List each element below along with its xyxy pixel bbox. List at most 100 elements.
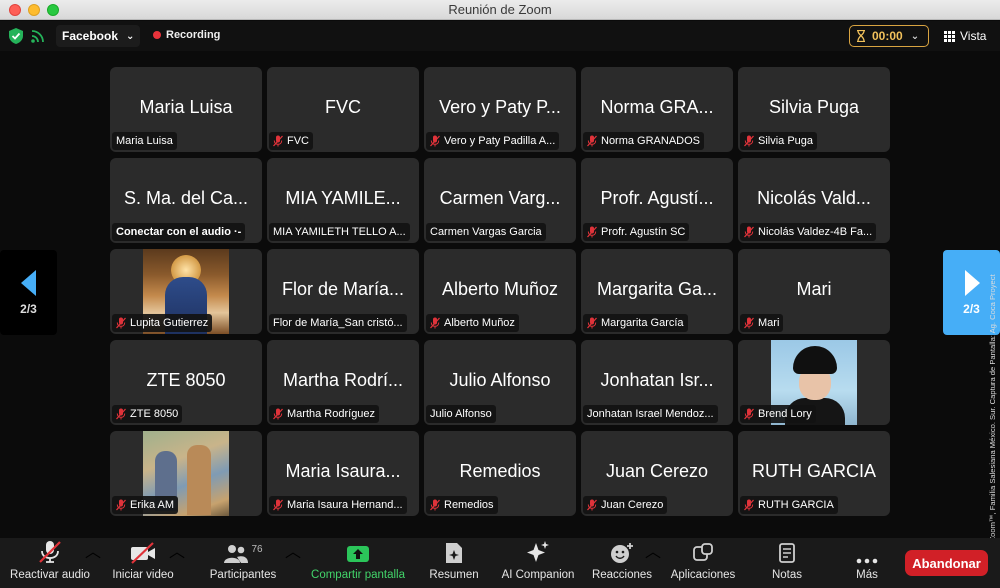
participant-tile[interactable]: MIA YAMILE... MIA YAMILETH TELLO A... <box>267 158 419 243</box>
participant-tile[interactable]: RUTH GARCIA RUTH GARCIA <box>738 431 890 516</box>
participant-display-name: Nicolás Vald... <box>757 188 871 208</box>
participant-display-name: Maria Isaura... <box>285 461 401 481</box>
share-screen-button[interactable]: Compartir pantalla <box>306 538 410 588</box>
unmute-audio-label: Reactivar audio <box>10 569 90 581</box>
meeting-timer[interactable]: 00:00 ⌄ <box>849 25 929 47</box>
previous-page-button[interactable]: 2/3 <box>0 250 57 335</box>
reactions-label: Reacciones <box>591 569 653 581</box>
participant-name-text: Jonhatan Israel Mendoz... <box>587 408 714 420</box>
apps-icon <box>693 543 713 561</box>
audio-options-caret-icon[interactable]: ︿ <box>85 538 101 562</box>
document-sparkle-icon <box>446 543 462 563</box>
participant-name-text: Maria Isaura Hernand... <box>287 499 403 511</box>
notes-label: Notas <box>771 569 803 581</box>
shield-check-icon[interactable] <box>9 28 23 44</box>
participant-display-name: Margarita Ga... <box>596 279 718 299</box>
participant-tile[interactable]: Jonhatan Isr... Jonhatan Israel Mendoz... <box>581 340 733 425</box>
participant-name-text: Carmen Vargas Garcia <box>430 226 542 238</box>
connection-signal-icon[interactable] <box>31 29 45 43</box>
participant-name-text: Brend Lory <box>758 408 812 420</box>
participant-display-name: Norma GRA... <box>600 97 714 117</box>
microphone-muted-icon <box>273 135 283 147</box>
unmute-audio-button[interactable]: Reactivar audio <box>10 538 90 588</box>
participant-name-text: Juan Cerezo <box>601 499 664 511</box>
participant-tile[interactable]: FVC FVC <box>267 67 419 152</box>
participant-name-label: MIA YAMILETH TELLO A... <box>269 223 410 241</box>
more-label: Más <box>856 569 878 581</box>
participant-name-label: Brend Lory <box>740 405 816 423</box>
participants-button[interactable]: 76 Participantes <box>206 538 280 588</box>
participant-tile[interactable]: Carmen Varg... Carmen Vargas Garcia <box>424 158 576 243</box>
participant-name-text: Norma GRANADOS <box>601 135 701 147</box>
window-title: Reunión de Zoom <box>448 2 552 17</box>
notes-button[interactable]: Notas <box>766 538 808 588</box>
participant-name-label: Silvia Puga <box>740 132 818 150</box>
apps-button[interactable]: Aplicaciones <box>667 538 739 588</box>
page-indicator: 2/3 <box>963 301 980 316</box>
livestream-target-dropdown[interactable]: Facebook ⌄ <box>56 25 140 47</box>
participant-name-label: Vero y Paty Padilla A... <box>426 132 560 150</box>
participant-name-text: Alberto Muñoz <box>444 317 515 329</box>
participant-tile[interactable]: Remedios Remedios <box>424 431 576 516</box>
participant-name-label: Erika AM <box>112 496 179 514</box>
recording-indicator[interactable]: Recording <box>153 29 220 41</box>
participant-tile[interactable]: Margarita Ga... Margarita García <box>581 249 733 334</box>
more-button[interactable]: Más <box>847 538 887 588</box>
leave-meeting-button[interactable]: Abandonar <box>905 550 988 576</box>
participant-tile[interactable]: ZTE 8050 ZTE 8050 <box>110 340 262 425</box>
participant-tile[interactable]: Maria Luisa Maria Luisa <box>110 67 262 152</box>
participant-tile[interactable]: Nicolás Vald... Nicolás Valdez-4B Fa... <box>738 158 890 243</box>
participant-tile[interactable]: Julio Alfonso Julio Alfonso <box>424 340 576 425</box>
participant-gallery: Maria Luisa Maria Luisa FVC FVC Vero y Paty … <box>110 67 891 516</box>
arrow-left-icon <box>20 269 36 296</box>
participant-tile[interactable]: Silvia Puga Silvia Puga <box>738 67 890 152</box>
participant-tile[interactable]: Erika AM <box>110 431 262 516</box>
participant-tile[interactable]: Brend Lory <box>738 340 890 425</box>
participant-tile[interactable]: Alberto Muñoz Alberto Muñoz <box>424 249 576 334</box>
participant-tile[interactable]: S. Ma. del Ca... Conectar con el audio ·- <box>110 158 262 243</box>
chevron-down-icon: ⌄ <box>126 30 135 42</box>
participant-display-name: FVC <box>325 97 361 117</box>
start-video-button[interactable]: Iniciar video <box>110 538 176 588</box>
participant-tile[interactable]: Martha Rodrí... Martha Rodríguez <box>267 340 419 425</box>
participant-tile[interactable]: Vero y Paty P... Vero y Paty Padilla A... <box>424 67 576 152</box>
participant-name-label: Alberto Muñoz <box>426 314 519 332</box>
participant-tile[interactable]: Lupita Gutierrez <box>110 249 262 334</box>
participant-tile[interactable]: Mari Mari <box>738 249 890 334</box>
participant-name-text: Conectar con el audio ·- <box>116 226 242 238</box>
hourglass-icon <box>857 30 865 42</box>
apps-label: Aplicaciones <box>670 569 736 581</box>
participant-display-name: Alberto Muñoz <box>441 279 559 299</box>
participant-tile[interactable]: Profr. Agustí... Profr. Agustín SC <box>581 158 733 243</box>
participant-name-label: Lupita Gutierrez <box>112 314 213 332</box>
participant-name-label: Nicolás Valdez-4B Fa... <box>740 223 877 241</box>
microphone-muted-icon <box>116 499 126 511</box>
participant-tile[interactable]: Norma GRA... Norma GRANADOS <box>581 67 733 152</box>
reactions-options-caret-icon[interactable]: ︿ <box>645 538 661 562</box>
view-button[interactable]: Vista <box>944 29 986 43</box>
microphone-muted-icon <box>744 408 754 420</box>
recording-dot-icon <box>153 31 161 39</box>
participant-name-text: Maria Luisa <box>116 135 173 147</box>
participant-name-text: Julio Alfonso <box>430 408 492 420</box>
ai-companion-button[interactable]: AI Companion <box>498 538 578 588</box>
participant-name-label: Margarita García <box>583 314 688 332</box>
microphone-muted-icon <box>587 226 597 238</box>
summary-button[interactable]: Resumen <box>426 538 482 588</box>
participant-display-name: Juan Cerezo <box>605 461 709 481</box>
participant-display-name: Carmen Varg... <box>439 188 561 208</box>
participant-name-text: Nicolás Valdez-4B Fa... <box>758 226 873 238</box>
participant-tile[interactable]: Flor de María... Flor de María_San cristó… <box>267 249 419 334</box>
participants-options-caret-icon[interactable]: ︿ <box>285 538 301 562</box>
participant-tile[interactable]: Juan Cerezo Juan Cerezo <box>581 431 733 516</box>
grid-view-icon <box>944 30 955 42</box>
participant-name-text: Margarita García <box>601 317 684 329</box>
participant-tile[interactable]: Maria Isaura... Maria Isaura Hernand... <box>267 431 419 516</box>
video-options-caret-icon[interactable]: ︿ <box>169 538 185 562</box>
participants-label: Participantes <box>209 569 277 581</box>
participant-name-label: Remedios <box>426 496 498 514</box>
participant-display-name: Maria Luisa <box>139 97 233 117</box>
participant-name-text: Erika AM <box>130 499 175 511</box>
emoji-plus-icon <box>611 543 633 563</box>
participant-name-label: Conectar con el audio ·- <box>112 223 246 241</box>
